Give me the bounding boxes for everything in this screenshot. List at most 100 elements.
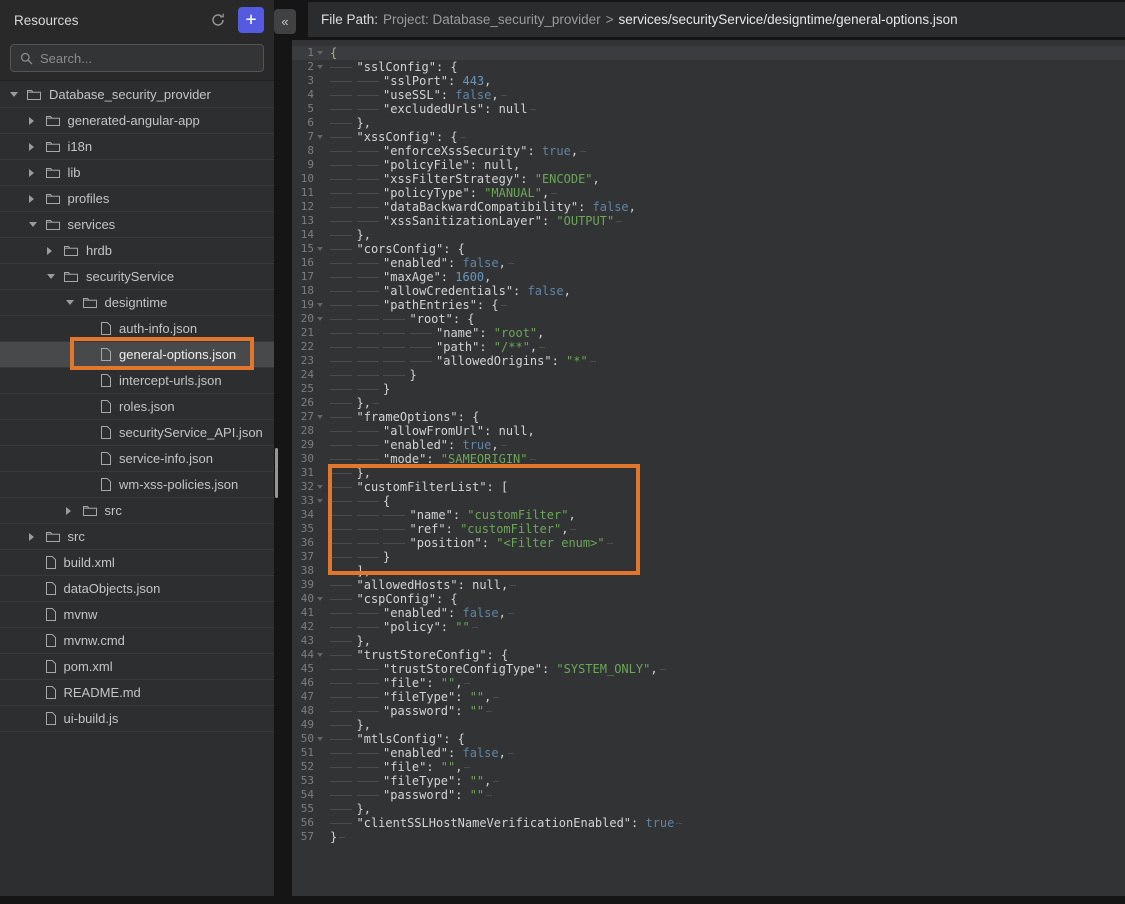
code-line[interactable]: 28"allowFromUrl": null,	[292, 424, 1125, 438]
code-line[interactable]: 51"enabled": false,	[292, 746, 1125, 760]
code-line[interactable]: 43},	[292, 634, 1125, 648]
collapse-panel-button[interactable]: «	[274, 9, 296, 34]
code-line[interactable]: 16"enabled": false,	[292, 256, 1125, 270]
code-line[interactable]: 45"trustStoreConfigType": "SYSTEM_ONLY",	[292, 662, 1125, 676]
code-line[interactable]: 40"cspConfig": {	[292, 592, 1125, 606]
tree-item-mvnw.cmd[interactable]: mvnw.cmd	[0, 628, 274, 654]
code-line[interactable]: 19"pathEntries": {	[292, 298, 1125, 312]
code-line[interactable]: 10"xssFilterStrategy": "ENCODE",	[292, 172, 1125, 186]
code-line[interactable]: 38],	[292, 564, 1125, 578]
tree-item-securityService_API.json[interactable]: securityService_API.json	[0, 420, 274, 446]
code-line[interactable]: 14},	[292, 228, 1125, 242]
tree-item-README.md[interactable]: README.md	[0, 680, 274, 706]
chevron-down-icon[interactable]	[47, 274, 59, 279]
tree-item-generated-angular-app[interactable]: generated-angular-app	[0, 108, 274, 134]
fold-arrow-icon[interactable]	[314, 653, 326, 657]
fold-arrow-icon[interactable]	[314, 135, 326, 139]
code-line[interactable]: 49},	[292, 718, 1125, 732]
code-line[interactable]: 33{	[292, 494, 1125, 508]
code-line[interactable]: 27"frameOptions": {	[292, 410, 1125, 424]
code-line[interactable]: 21"name": "root",	[292, 326, 1125, 340]
code-line[interactable]: 11"policyType": "MANUAL",	[292, 186, 1125, 200]
code-editor[interactable]: 1{2"sslConfig": {3"sslPort": 443,4"useSS…	[292, 40, 1125, 896]
code-line[interactable]: 8"enforceXssSecurity": true,	[292, 144, 1125, 158]
chevron-right-icon[interactable]	[29, 117, 41, 125]
code-line[interactable]: 23"allowedOrigins": "*"	[292, 354, 1125, 368]
chevron-right-icon[interactable]	[29, 195, 41, 203]
tree-item-Database_security_provider[interactable]: Database_security_provider	[0, 82, 274, 108]
tree-item-dataObjects.json[interactable]: dataObjects.json	[0, 576, 274, 602]
fold-arrow-icon[interactable]	[314, 415, 326, 419]
chevron-right-icon[interactable]	[47, 247, 59, 255]
tree-item-build.xml[interactable]: build.xml	[0, 550, 274, 576]
code-line[interactable]: 41"enabled": false,	[292, 606, 1125, 620]
code-line[interactable]: 9"policyFile": null,	[292, 158, 1125, 172]
code-line[interactable]: 5"excludedUrls": null	[292, 102, 1125, 116]
code-line[interactable]: 36"position": "<Filter enum>"	[292, 536, 1125, 550]
code-line[interactable]: 26},	[292, 396, 1125, 410]
tree-item-auth-info.json[interactable]: auth-info.json	[0, 316, 274, 342]
code-line[interactable]: 4"useSSL": false,	[292, 88, 1125, 102]
code-line[interactable]: 12"dataBackwardCompatibility": false,	[292, 200, 1125, 214]
code-line[interactable]: 29"enabled": true,	[292, 438, 1125, 452]
code-line[interactable]: 54"password": ""	[292, 788, 1125, 802]
code-line[interactable]: 1{	[292, 46, 1125, 60]
tree-item-service-info.json[interactable]: service-info.json	[0, 446, 274, 472]
code-line[interactable]: 31},	[292, 466, 1125, 480]
chevron-right-icon[interactable]	[29, 533, 41, 541]
chevron-right-icon[interactable]	[29, 169, 41, 177]
fold-arrow-icon[interactable]	[314, 597, 326, 601]
code-line[interactable]: 55},	[292, 802, 1125, 816]
code-line[interactable]: 22"path": "/**",	[292, 340, 1125, 354]
fold-arrow-icon[interactable]	[314, 499, 326, 503]
chevron-down-icon[interactable]	[66, 300, 78, 305]
code-line[interactable]: 48"password": ""	[292, 704, 1125, 718]
fold-arrow-icon[interactable]	[314, 65, 326, 69]
code-line[interactable]: 46"file": "",	[292, 676, 1125, 690]
chevron-down-icon[interactable]	[10, 92, 22, 97]
fold-arrow-icon[interactable]	[314, 303, 326, 307]
tree-item-hrdb[interactable]: hrdb	[0, 238, 274, 264]
code-line[interactable]: 30"mode": "SAMEORIGIN"	[292, 452, 1125, 466]
code-line[interactable]: 15"corsConfig": {	[292, 242, 1125, 256]
code-line[interactable]: 47"fileType": "",	[292, 690, 1125, 704]
fold-arrow-icon[interactable]	[314, 485, 326, 489]
code-line[interactable]: 25}	[292, 382, 1125, 396]
tree-item-services[interactable]: services	[0, 212, 274, 238]
code-line[interactable]: 20"root": {	[292, 312, 1125, 326]
code-line[interactable]: 7"xssConfig": {	[292, 130, 1125, 144]
chevron-down-icon[interactable]	[29, 222, 41, 227]
tree-item-general-options.json[interactable]: general-options.json	[0, 342, 274, 368]
tree-item-src[interactable]: src	[0, 524, 274, 550]
fold-arrow-icon[interactable]	[314, 247, 326, 251]
tree-item-securityService[interactable]: securityService	[0, 264, 274, 290]
chevron-right-icon[interactable]	[29, 143, 41, 151]
tree-item-wm-xss-policies.json[interactable]: wm-xss-policies.json	[0, 472, 274, 498]
fold-arrow-icon[interactable]	[314, 737, 326, 741]
add-resource-button[interactable]: +	[238, 7, 264, 33]
code-line[interactable]: 50"mtlsConfig": {	[292, 732, 1125, 746]
code-line[interactable]: 42"policy": ""	[292, 620, 1125, 634]
code-line[interactable]: 13"xssSanitizationLayer": "OUTPUT"	[292, 214, 1125, 228]
code-line[interactable]: 52"file": "",	[292, 760, 1125, 774]
tree-item-ui-build.js[interactable]: ui-build.js	[0, 706, 274, 732]
code-line[interactable]: 35"ref": "customFilter",	[292, 522, 1125, 536]
tree-item-intercept-urls.json[interactable]: intercept-urls.json	[0, 368, 274, 394]
sidebar-scrollbar[interactable]	[275, 448, 278, 498]
chevron-right-icon[interactable]	[66, 507, 78, 515]
tree-item-src[interactable]: src	[0, 498, 274, 524]
tree-item-profiles[interactable]: profiles	[0, 186, 274, 212]
code-line[interactable]: 18"allowCredentials": false,	[292, 284, 1125, 298]
code-line[interactable]: 34"name": "customFilter",	[292, 508, 1125, 522]
tree-item-mvnw[interactable]: mvnw	[0, 602, 274, 628]
fold-arrow-icon[interactable]	[314, 51, 326, 55]
tree-item-roles.json[interactable]: roles.json	[0, 394, 274, 420]
code-line[interactable]: 2"sslConfig": {	[292, 60, 1125, 74]
code-line[interactable]: 39"allowedHosts": null,	[292, 578, 1125, 592]
code-line[interactable]: 53"fileType": "",	[292, 774, 1125, 788]
tree-item-designtime[interactable]: designtime	[0, 290, 274, 316]
code-line[interactable]: 37}	[292, 550, 1125, 564]
fold-arrow-icon[interactable]	[314, 317, 326, 321]
code-line[interactable]: 3"sslPort": 443,	[292, 74, 1125, 88]
code-line[interactable]: 56"clientSSLHostNameVerificationEnabled"…	[292, 816, 1125, 830]
